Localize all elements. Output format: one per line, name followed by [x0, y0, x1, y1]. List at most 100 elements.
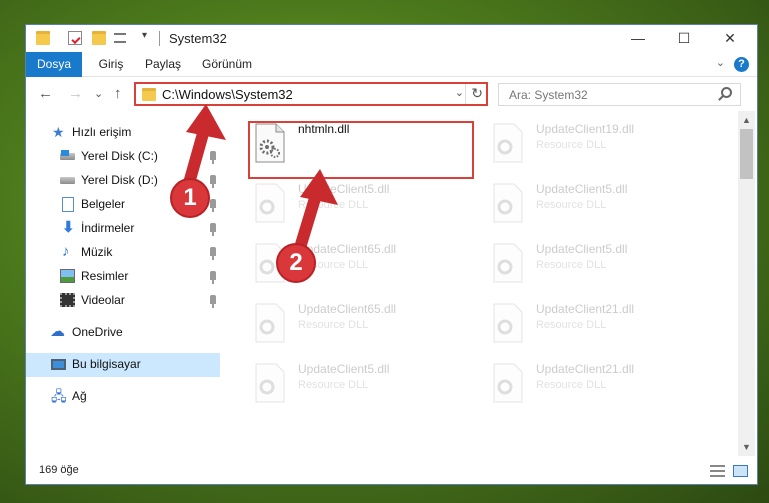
- pin-icon[interactable]: [210, 295, 216, 308]
- sidebar-item-label: Yerel Disk (D:): [81, 173, 158, 187]
- item-count: 169 öğe: [39, 464, 79, 476]
- details-view-icon[interactable]: [710, 465, 725, 477]
- sidebar-item-downloads[interactable]: ⬇ İndirmeler: [26, 217, 220, 241]
- step-2-badge: 2: [276, 243, 316, 283]
- file-item[interactable]: UpdateClient5.dll Resource DLL: [484, 179, 710, 235]
- file-type: Resource DLL: [536, 199, 607, 211]
- search-icon[interactable]: [721, 87, 732, 98]
- drive-icon: [60, 177, 75, 184]
- sidebar-item-label: Resimler: [81, 269, 129, 283]
- properties-icon[interactable]: [68, 31, 82, 45]
- refresh-button[interactable]: ↻: [471, 85, 483, 102]
- close-button[interactable]: ✕: [707, 25, 753, 52]
- file-item[interactable]: UpdateClient21.dll Resource DLL: [484, 359, 710, 415]
- file-name: UpdateClient21.dll: [536, 302, 635, 316]
- sidebar-item-videos[interactable]: Videolar: [26, 289, 220, 313]
- sidebar-item-this-pc[interactable]: Bu bilgisayar: [26, 353, 220, 377]
- file-item[interactable]: UpdateClient65.dll Resource DLL: [246, 299, 472, 355]
- customize-icon[interactable]: [114, 33, 126, 43]
- sidebar-item-label: Yerel Disk (C:): [81, 149, 158, 163]
- sidebar-item-label: Videolar: [81, 293, 125, 307]
- pictures-icon: [60, 269, 75, 283]
- scroll-down-icon[interactable]: ▼: [742, 442, 751, 452]
- sidebar-item-onedrive[interactable]: ☁ OneDrive: [26, 321, 220, 345]
- sidebar-item-label: Müzik: [81, 245, 113, 259]
- file-name: UpdateClient21.dll: [536, 362, 635, 376]
- music-icon: ♪: [62, 243, 70, 260]
- dll-file-icon: [255, 303, 285, 343]
- star-icon: ★: [52, 124, 65, 140]
- tab-share[interactable]: Paylaş: [141, 52, 185, 77]
- computer-icon: [51, 359, 66, 370]
- window-title: System32: [169, 31, 227, 46]
- file-type: Resource DLL: [298, 319, 369, 331]
- vertical-scrollbar[interactable]: ▲ ▼: [738, 111, 755, 456]
- tab-view[interactable]: Görünüm: [199, 52, 255, 77]
- help-icon[interactable]: ?: [734, 57, 749, 72]
- videos-icon: [60, 293, 75, 307]
- new-folder-icon[interactable]: [92, 31, 106, 45]
- dll-file-icon: [493, 303, 523, 343]
- refresh-separator: [465, 84, 466, 104]
- drive-icon: [60, 150, 75, 160]
- title-separator: [159, 31, 160, 46]
- sidebar-item-label: Bu bilgisayar: [72, 357, 141, 371]
- file-name: UpdateClient19.dll: [536, 122, 635, 136]
- sidebar-item-label: Belgeler: [81, 197, 126, 211]
- pin-icon[interactable]: [210, 271, 216, 284]
- large-icons-view-icon[interactable]: [733, 465, 748, 477]
- file-item[interactable]: UpdateClient5.dll Resource DLL: [484, 239, 710, 295]
- minimize-button[interactable]: —: [615, 25, 661, 52]
- folder-icon: [36, 31, 50, 45]
- sidebar-item-label: Hızlı erişim: [72, 125, 132, 139]
- cloud-icon: ☁: [50, 323, 65, 340]
- forward-button[interactable]: →: [68, 85, 83, 102]
- network-icon: 🖧: [51, 388, 67, 404]
- back-button[interactable]: ←: [38, 85, 53, 102]
- sidebar-item-pictures[interactable]: Resimler: [26, 265, 220, 289]
- sidebar-item-network[interactable]: 🖧 Ağ: [26, 385, 220, 409]
- file-name: UpdateClient5.dll: [298, 362, 390, 376]
- file-item[interactable]: UpdateClient19.dll Resource DLL: [484, 119, 710, 175]
- folder-icon: [142, 88, 156, 101]
- tab-file[interactable]: Dosya: [26, 52, 82, 77]
- sidebar-item-music[interactable]: ♪ Müzik: [26, 241, 220, 265]
- search-box[interactable]: Ara: System32: [498, 83, 741, 106]
- dll-file-icon: [255, 363, 285, 403]
- file-type: Resource DLL: [536, 139, 607, 151]
- explorer-window: ▾ System32 — ☐ ✕ Dosya Giriş Paylaş Görü…: [25, 24, 758, 485]
- file-type: Resource DLL: [536, 319, 607, 331]
- search-placeholder[interactable]: Ara: System32: [509, 88, 588, 102]
- dll-file-icon: [493, 243, 523, 283]
- scroll-thumb[interactable]: [740, 129, 753, 179]
- tab-home[interactable]: Giriş: [94, 52, 128, 77]
- dll-file-icon: [493, 363, 523, 403]
- file-type: Resource DLL: [536, 379, 607, 391]
- documents-icon: [62, 197, 74, 212]
- dll-file-icon: [493, 183, 523, 223]
- collapse-ribbon-icon[interactable]: ⌄: [716, 56, 725, 69]
- pin-icon[interactable]: [210, 223, 216, 236]
- pin-icon[interactable]: [210, 247, 216, 260]
- scroll-up-icon[interactable]: ▲: [742, 115, 751, 125]
- file-item[interactable]: UpdateClient5.dll Resource DLL: [246, 359, 472, 415]
- sidebar-item-label: Ağ: [72, 389, 87, 403]
- file-name: UpdateClient5.dll: [536, 242, 628, 256]
- status-bar: 169 öğe: [26, 459, 757, 484]
- address-dropdown-icon[interactable]: ⌄: [455, 86, 464, 99]
- file-type: Resource DLL: [298, 379, 369, 391]
- ribbon-tabs: Dosya Giriş Paylaş Görünüm ⌄ ?: [26, 52, 757, 77]
- title-bar: ▾ System32 — ☐ ✕: [26, 25, 757, 52]
- file-item[interactable]: UpdateClient21.dll Resource DLL: [484, 299, 710, 355]
- quick-access-dropdown-icon[interactable]: ▾: [142, 30, 147, 41]
- step-1-badge: 1: [170, 178, 210, 218]
- download-icon: ⬇: [62, 219, 75, 236]
- up-button[interactable]: ↑: [114, 85, 122, 102]
- sidebar-item-label: OneDrive: [72, 325, 123, 339]
- file-name: UpdateClient65.dll: [298, 302, 397, 316]
- recent-locations-button[interactable]: ⌄: [94, 87, 103, 100]
- file-type: Resource DLL: [536, 259, 607, 271]
- sidebar-item-label: İndirmeler: [81, 221, 135, 235]
- maximize-button[interactable]: ☐: [661, 25, 707, 52]
- file-name: UpdateClient5.dll: [536, 182, 628, 196]
